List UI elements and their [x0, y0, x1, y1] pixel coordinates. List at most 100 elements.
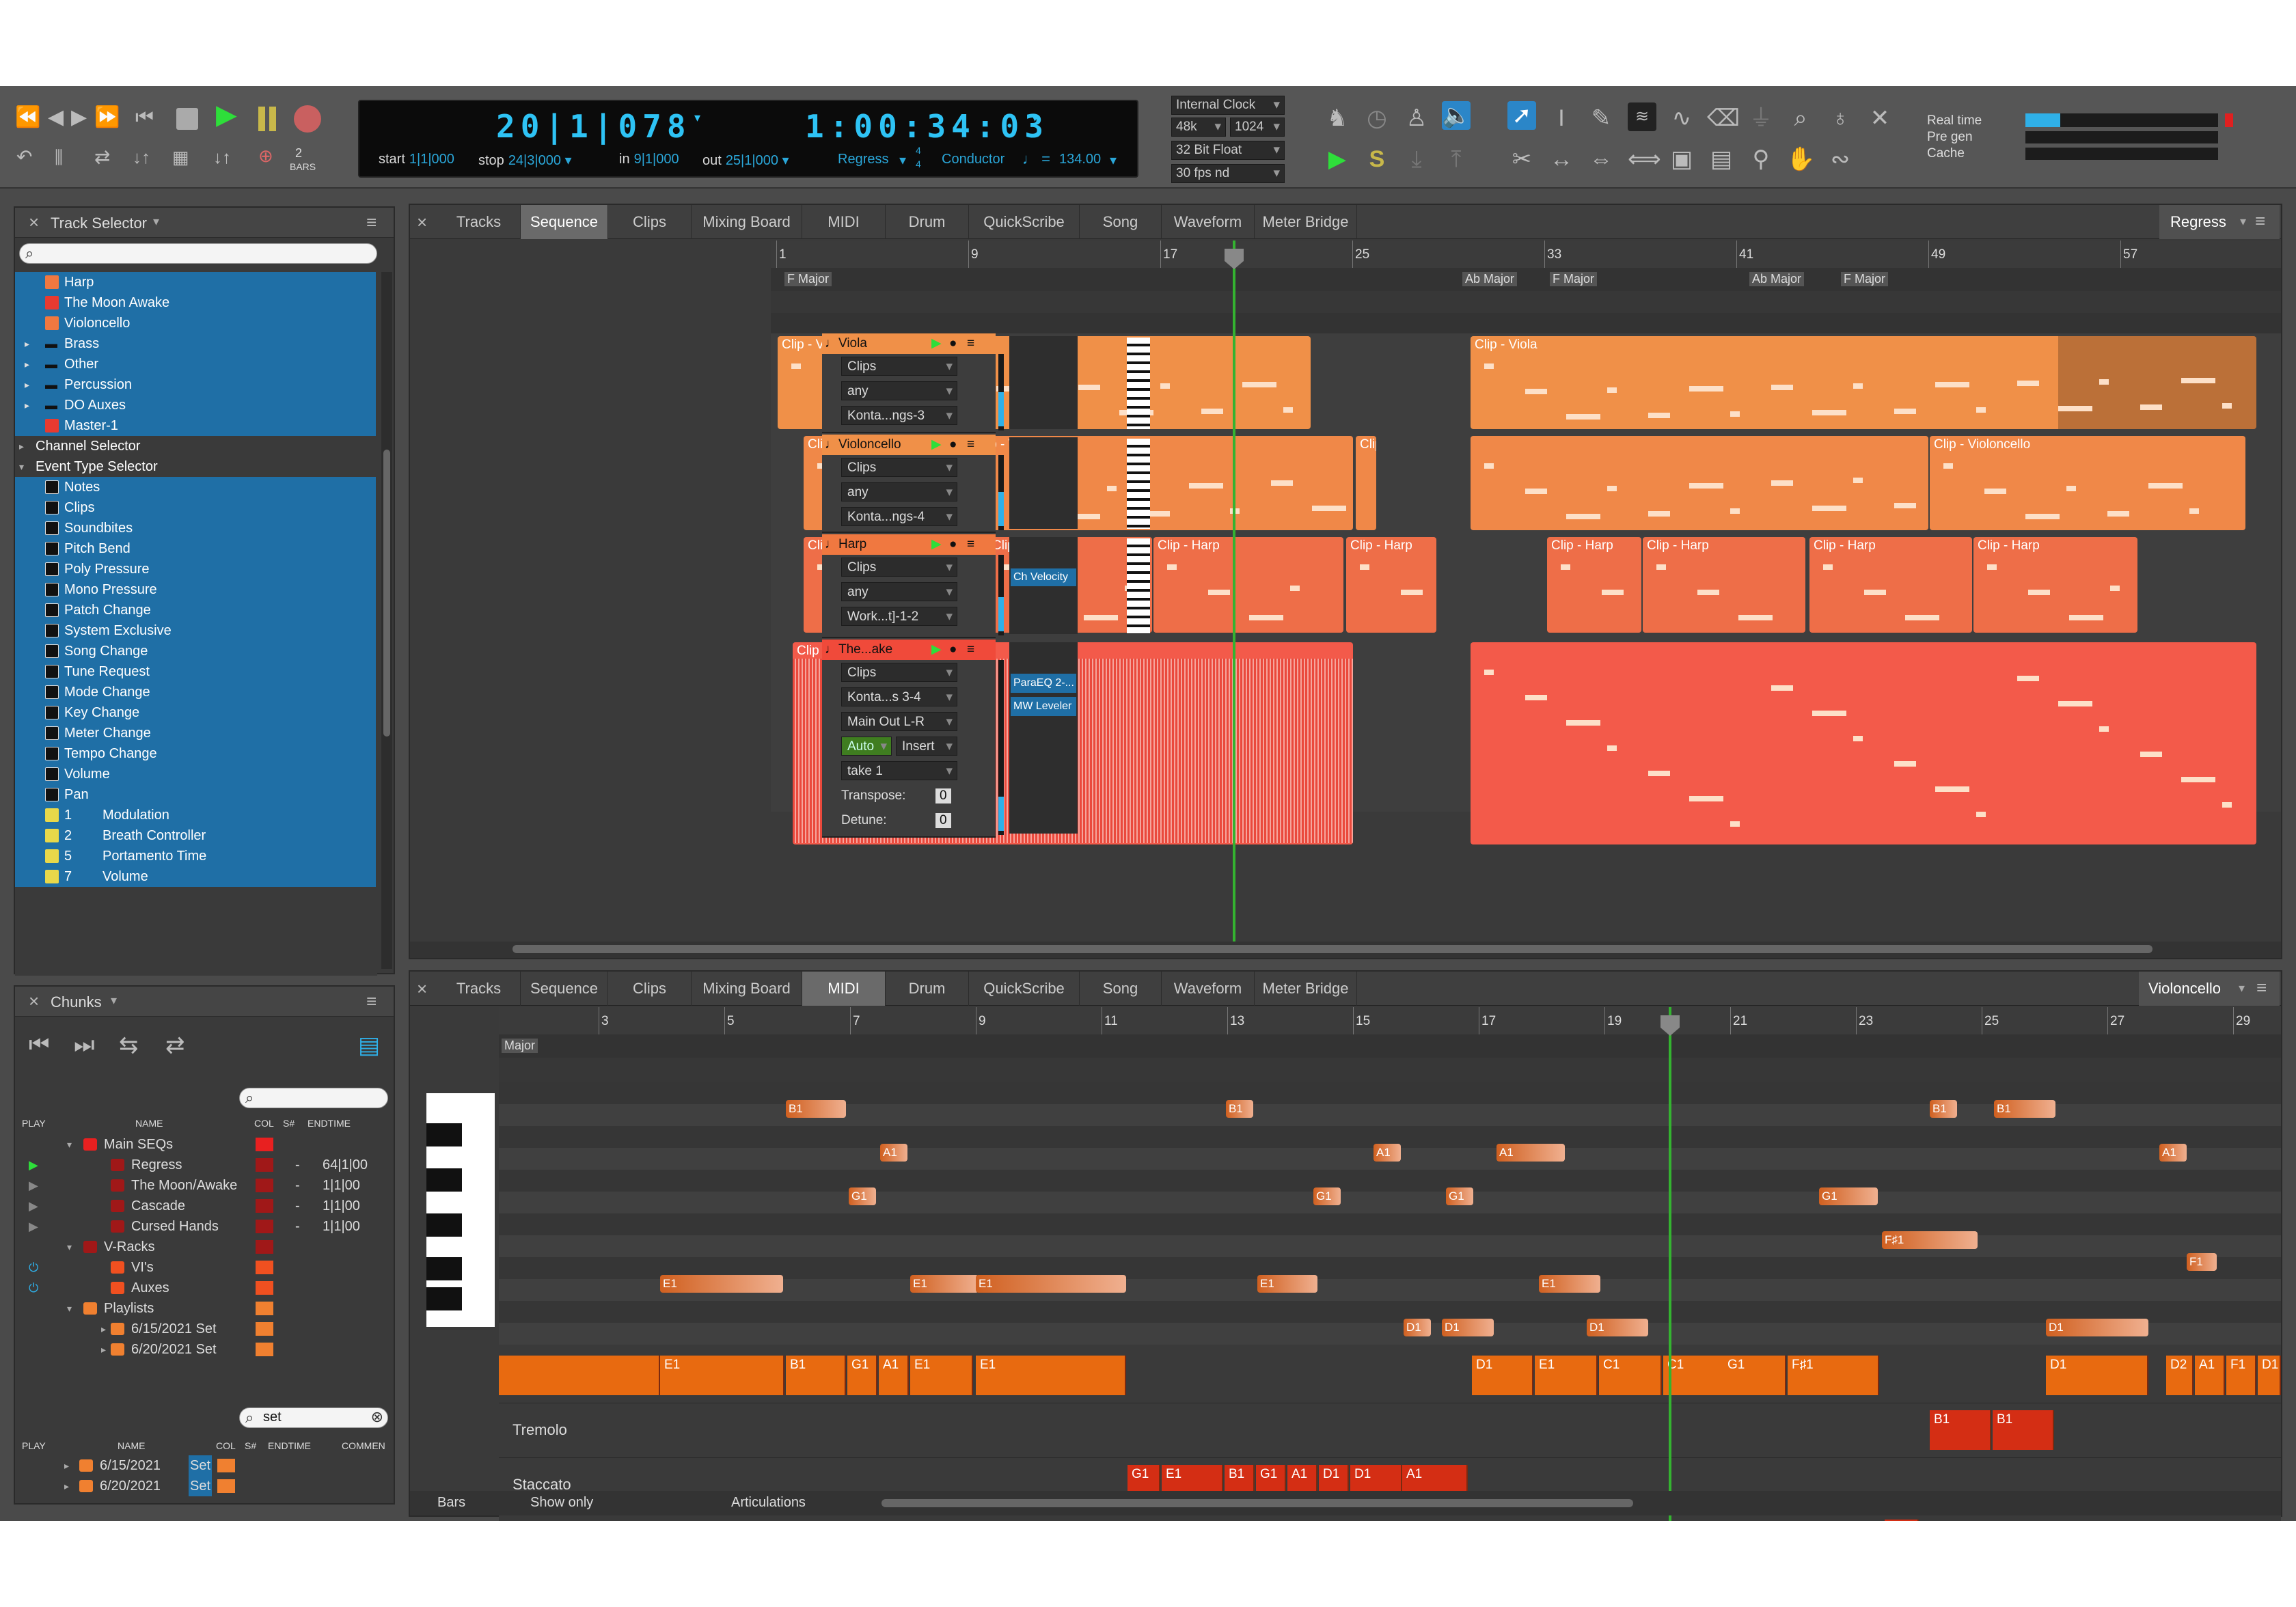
- controller-item[interactable]: 5 Portamento Time: [15, 846, 376, 866]
- grid-tool-icon[interactable]: ▣: [1667, 145, 1696, 174]
- expand-icon[interactable]: ▸: [25, 333, 29, 354]
- close-icon[interactable]: ×: [29, 212, 39, 233]
- clip[interactable]: Clip - Violoncello: [1356, 436, 1376, 530]
- chunk-row[interactable]: ▶ The Moon/Awake -1|1|00: [15, 1175, 384, 1196]
- result-row[interactable]: ▸ 6/20/2021 Set: [15, 1476, 384, 1496]
- track-mode-select[interactable]: Clips: [841, 458, 957, 478]
- track-mode-select[interactable]: Clips: [841, 357, 957, 376]
- ibeam-tool-icon[interactable]: I: [1547, 104, 1576, 133]
- midi-note[interactable]: B1: [786, 1100, 846, 1118]
- plugin-slot[interactable]: Ch Velocity: [1011, 568, 1076, 586]
- midi-note[interactable]: E1: [660, 1275, 783, 1293]
- key-change-marker[interactable]: F Major: [1841, 272, 1889, 286]
- tab-meter-bridge[interactable]: Meter Bridge: [1255, 205, 1357, 239]
- chunk-color[interactable]: [256, 1179, 273, 1192]
- collapse-icon[interactable]: ▾: [19, 456, 24, 477]
- plugin-slot[interactable]: MW Leveler: [1011, 697, 1076, 716]
- tab-waveform[interactable]: Waveform: [1162, 205, 1255, 239]
- midi-note[interactable]: E1: [976, 1275, 1126, 1293]
- midi-note[interactable]: F♯1: [1882, 1231, 1978, 1249]
- controller-item[interactable]: 7 Volume: [15, 866, 376, 887]
- articulation-event[interactable]: D1: [2046, 1356, 2148, 1395]
- close-x-icon[interactable]: ✕: [1866, 104, 1894, 133]
- expand-icon[interactable]: ▸: [25, 354, 29, 374]
- piano-keyboard[interactable]: [426, 1093, 495, 1327]
- midi-note[interactable]: D1: [2046, 1319, 2148, 1336]
- tab-waveform[interactable]: Waveform: [1162, 972, 1255, 1006]
- record-enable-icon[interactable]: ●: [949, 534, 957, 555]
- clip[interactable]: Clip - Harp: [1346, 537, 1436, 633]
- clock-select[interactable]: Internal Clock: [1171, 96, 1285, 115]
- clip[interactable]: Clip - Harp: [1643, 537, 1805, 633]
- insert-slots[interactable]: [1009, 642, 1078, 834]
- chunk-color[interactable]: [217, 1479, 235, 1493]
- buffer-select[interactable]: 1024: [1230, 118, 1285, 137]
- tab-clips[interactable]: Clips: [608, 205, 692, 239]
- step-forward-icon[interactable]: ▶: [71, 105, 87, 130]
- memory-cycle-icon[interactable]: ⫼: [55, 145, 63, 169]
- play-chunk-icon[interactable]: ▶: [29, 1155, 38, 1175]
- chunk-row[interactable]: ⏻ VI's: [15, 1257, 384, 1278]
- menu-icon[interactable]: ≡: [2255, 210, 2265, 232]
- midi-note[interactable]: E1: [910, 1275, 979, 1293]
- black-key[interactable]: [426, 1123, 462, 1146]
- track-mode-select[interactable]: Clips: [841, 558, 957, 577]
- note-grid[interactable]: B1 B1 B1 B1 A1 A1 A1 A1 G1 G1 G1 G1 F♯1 E1 E1 E1 E1 E1 F1 D…: [499, 1082, 2281, 1345]
- automation-select[interactable]: Auto: [841, 737, 892, 756]
- expand-icon[interactable]: ▸: [101, 1339, 106, 1360]
- track-item[interactable]: ▸ ▬ Percussion: [15, 374, 376, 395]
- track-item[interactable]: Master-1: [15, 415, 376, 436]
- track-input-select[interactable]: Konta...s 3-4: [841, 687, 957, 707]
- prev-chunk-icon[interactable]: ⏮: [29, 1032, 50, 1058]
- counter-time[interactable]: 1:00:34:03: [805, 108, 1049, 145]
- chunk-row[interactable]: ▸ 6/20/2021 Set: [15, 1339, 384, 1360]
- articulation-event[interactable]: C1: [1599, 1356, 1662, 1395]
- auto-rewind-icon[interactable]: ↓↑: [133, 145, 150, 169]
- bars-label[interactable]: BARS: [290, 161, 316, 172]
- tab-clips[interactable]: Clips: [608, 972, 692, 1006]
- track-name[interactable]: The...ake ♩ ▶ ● ≡: [822, 640, 996, 660]
- event-type-item[interactable]: Key Change: [15, 702, 376, 723]
- track-menu-icon[interactable]: ≡: [967, 534, 974, 555]
- mini-keyboard[interactable]: [1127, 338, 1150, 429]
- articulations-menu[interactable]: Articulations: [731, 1495, 806, 1511]
- tab-song[interactable]: Song: [1080, 205, 1162, 239]
- playhead[interactable]: [1669, 1007, 1671, 1521]
- event-type-item[interactable]: Mono Pressure: [15, 579, 376, 600]
- export-icon[interactable]: ⤒: [1442, 145, 1471, 174]
- event-type-item[interactable]: Meter Change: [15, 723, 376, 743]
- tab-sequence[interactable]: Sequence: [521, 205, 608, 239]
- midi-note[interactable]: B1: [1226, 1100, 1253, 1118]
- import-icon[interactable]: ⤓: [1402, 145, 1431, 174]
- tab-drum[interactable]: Drum: [886, 205, 969, 239]
- track-item[interactable]: The Moon Awake: [15, 292, 376, 313]
- event-type-item[interactable]: Song Change: [15, 641, 376, 661]
- overdub-icon[interactable]: ⊕: [258, 143, 273, 168]
- audition-tool-icon[interactable]: ♁: [1826, 104, 1855, 133]
- undo-icon[interactable]: ↶: [16, 145, 32, 169]
- menu-icon[interactable]: ≡: [2256, 977, 2267, 998]
- tab-mixing-board[interactable]: Mixing Board: [692, 205, 802, 239]
- menu-icon[interactable]: ≡: [366, 991, 377, 1012]
- track-input-select[interactable]: any: [841, 582, 957, 602]
- list-view-icon[interactable]: ▤: [358, 1032, 380, 1059]
- clear-icon[interactable]: ⊗: [371, 1408, 383, 1426]
- track-header[interactable]: Harp♩▶●≡ClipsanyWork...t]-1-2Ch Velocity: [822, 534, 1150, 638]
- tab-tracks[interactable]: Tracks: [437, 972, 521, 1006]
- tab-quickscribe[interactable]: QuickScribe: [969, 205, 1080, 239]
- chunk-row[interactable]: ▸ 6/15/2021 Set: [15, 1319, 384, 1339]
- midi-note[interactable]: A1: [1374, 1144, 1401, 1162]
- conductor-button[interactable]: Conductor: [942, 152, 1004, 167]
- chunk-row[interactable]: ▶ Regress -64|1|00: [15, 1155, 384, 1175]
- chunk-filter-input[interactable]: ⌕ set ⊗: [239, 1407, 388, 1428]
- clip[interactable]: [1471, 642, 2256, 844]
- black-key[interactable]: [426, 1213, 462, 1237]
- articulation-event[interactable]: A1: [879, 1356, 909, 1395]
- track-item[interactable]: Violoncello: [15, 313, 376, 333]
- expand-icon[interactable]: ▾: [67, 1298, 72, 1319]
- punch-icon[interactable]: ↓↑: [213, 145, 231, 169]
- sequence-menu[interactable]: Regress ▾ ≡: [2159, 205, 2280, 239]
- sequence-ruler[interactable]: 1 9 17 25 33 41 49 57 F Major Ab Major F Major Ab …: [771, 241, 2281, 333]
- tab-meter-bridge[interactable]: Meter Bridge: [1255, 972, 1357, 1006]
- play-enable-icon[interactable]: ▶: [931, 435, 942, 455]
